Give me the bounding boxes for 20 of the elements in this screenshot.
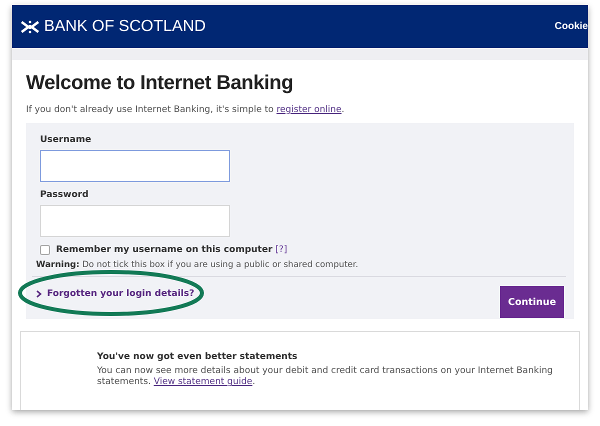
brand-name: BANK OF SCOTLAND — [44, 18, 206, 36]
page-title: Welcome to Internet Banking — [26, 72, 294, 95]
chevron-icon — [36, 290, 42, 298]
intro-text: If you don't already use Internet Banking, it's simple to register online. — [26, 105, 346, 115]
continue-button[interactable]: Continue — [500, 286, 564, 318]
checkbox[interactable] — [40, 245, 50, 255]
forgotten-link[interactable]: Forgotten your login details? — [36, 289, 194, 299]
logo-icon — [20, 20, 40, 34]
input-field[interactable] — [40, 205, 230, 237]
input-field[interactable] — [40, 150, 230, 182]
notice-title: You've now got even better statements — [97, 352, 298, 362]
cookie-link[interactable]: Cookie — [554, 21, 588, 32]
field-label: Password — [40, 190, 90, 200]
warning-text: Warning: Do not tick this box if you are using a public or shared computer. — [35, 259, 360, 272]
field-label: Username — [40, 135, 92, 145]
statement-guide-link[interactable]: View statement guide — [154, 377, 252, 388]
register-link[interactable]: register online — [276, 105, 342, 115]
help-link[interactable]: [?] — [275, 245, 288, 255]
notice-text: You can now see more details about your debit and credit card transactions on your Internet Banking statements. View statement guide. — [97, 366, 554, 388]
remember-label: Remember my username on this computer — [56, 245, 272, 255]
